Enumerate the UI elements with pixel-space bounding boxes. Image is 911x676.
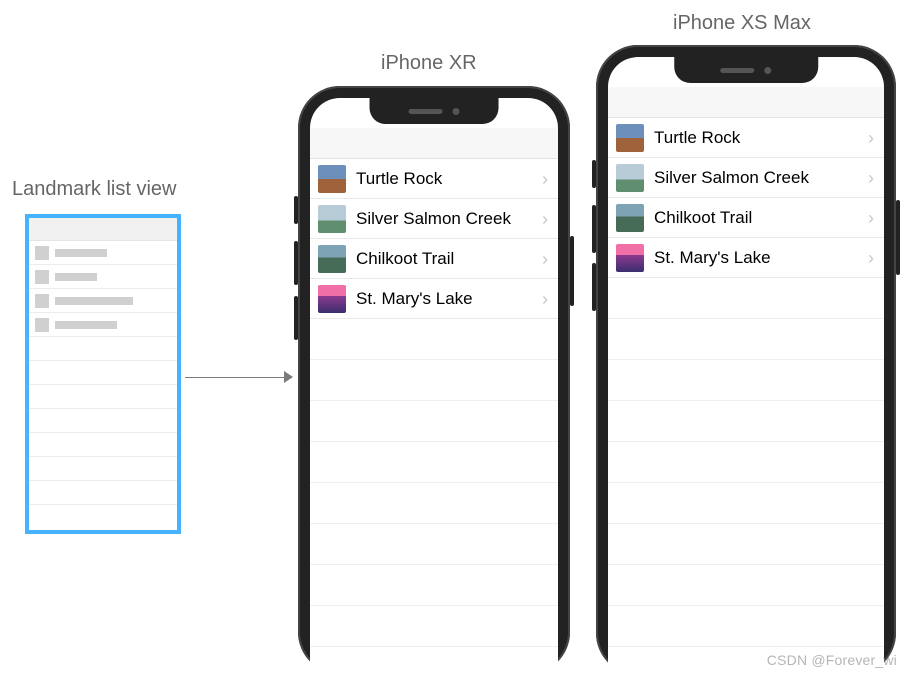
list-item[interactable]: Turtle Rock › <box>310 159 558 199</box>
notch <box>370 98 499 124</box>
wireframe-row <box>29 313 177 337</box>
wireframe-row-empty <box>29 505 177 528</box>
wireframe-header <box>29 218 177 241</box>
landmark-name: Chilkoot Trail <box>356 249 542 269</box>
placeholder-text <box>55 249 107 257</box>
list-item-empty <box>310 442 558 483</box>
chevron-right-icon: › <box>868 249 874 267</box>
phone-screen: Turtle Rock › Silver Salmon Creek › Chil… <box>310 98 558 674</box>
front-camera-icon <box>764 67 771 74</box>
list-item[interactable]: Chilkoot Trail › <box>310 239 558 279</box>
landmark-name: St. Mary's Lake <box>356 289 542 309</box>
volume-down-button <box>592 263 596 311</box>
list-item-empty <box>608 606 884 647</box>
chevron-right-icon: › <box>868 209 874 227</box>
landmark-thumbnail <box>616 124 644 152</box>
wireframe-row-empty <box>29 433 177 457</box>
nav-header <box>310 128 558 159</box>
wireframe-row-empty <box>29 481 177 505</box>
landmark-name: St. Mary's Lake <box>654 248 868 268</box>
wireframe-row <box>29 241 177 265</box>
wireframe-row-empty <box>29 409 177 433</box>
mute-switch <box>294 196 298 224</box>
speaker-icon <box>408 109 442 114</box>
phone-iphone-xs-max: Turtle Rock › Silver Salmon Creek › Chil… <box>596 45 896 675</box>
chevron-right-icon: › <box>542 290 548 308</box>
wireframe-row-empty <box>29 361 177 385</box>
placeholder-thumb <box>35 270 49 284</box>
device-label-xs-max: iPhone XS Max <box>673 12 811 35</box>
wireframe-row-empty <box>29 385 177 409</box>
list-item-empty <box>310 565 558 606</box>
placeholder-text <box>55 297 133 305</box>
list-item[interactable]: Turtle Rock › <box>608 118 884 158</box>
wireframe-row-empty <box>29 337 177 361</box>
chevron-right-icon: › <box>868 169 874 187</box>
landmark-thumbnail <box>616 164 644 192</box>
landmark-name: Silver Salmon Creek <box>356 209 542 229</box>
list-item-empty <box>608 360 884 401</box>
watermark: CSDN @Forever_wi <box>767 652 897 668</box>
list-item[interactable]: St. Mary's Lake › <box>608 238 884 278</box>
list-item-empty <box>310 319 558 360</box>
list-item-empty <box>608 401 884 442</box>
list-item[interactable]: Chilkoot Trail › <box>608 198 884 238</box>
volume-up-button <box>294 241 298 285</box>
placeholder-thumb <box>35 246 49 260</box>
wireframe-row-empty <box>29 457 177 481</box>
placeholder-text <box>55 321 117 329</box>
landmark-thumbnail <box>318 285 346 313</box>
landmark-thumbnail <box>616 244 644 272</box>
chevron-right-icon: › <box>542 250 548 268</box>
list-item-empty <box>310 524 558 565</box>
landmark-thumbnail <box>318 205 346 233</box>
list-item[interactable]: Silver Salmon Creek › <box>310 199 558 239</box>
side-button <box>570 236 574 306</box>
front-camera-icon <box>452 108 459 115</box>
list-item-empty <box>310 401 558 442</box>
list-item-empty <box>608 442 884 483</box>
landmark-name: Turtle Rock <box>356 169 542 189</box>
list-item-empty <box>608 319 884 360</box>
chevron-right-icon: › <box>868 129 874 147</box>
notch <box>674 57 818 83</box>
speaker-icon <box>720 68 754 73</box>
chevron-right-icon: › <box>542 170 548 188</box>
list-item[interactable]: Silver Salmon Creek › <box>608 158 884 198</box>
landmark-name: Silver Salmon Creek <box>654 168 868 188</box>
wireframe-listview <box>25 214 181 534</box>
phone-iphone-xr: Turtle Rock › Silver Salmon Creek › Chil… <box>298 86 570 674</box>
list-item-empty <box>310 606 558 647</box>
placeholder-thumb <box>35 318 49 332</box>
volume-down-button <box>294 296 298 340</box>
landmark-name: Chilkoot Trail <box>654 208 868 228</box>
placeholder-thumb <box>35 294 49 308</box>
list-item-empty <box>310 360 558 401</box>
list-item-empty <box>608 524 884 565</box>
list-item[interactable]: St. Mary's Lake › <box>310 279 558 319</box>
device-label-xr: iPhone XR <box>381 52 477 75</box>
nav-header <box>608 87 884 118</box>
landmark-thumbnail <box>318 245 346 273</box>
wireframe-label: Landmark list view <box>12 178 177 201</box>
volume-up-button <box>592 205 596 253</box>
arrow-icon <box>185 368 293 388</box>
list-item-empty <box>310 647 558 674</box>
wireframe-row <box>29 265 177 289</box>
diagram-stage: Landmark list view iPhone XR <box>0 0 911 676</box>
landmark-thumbnail <box>616 204 644 232</box>
wireframe-row <box>29 289 177 313</box>
landmark-thumbnail <box>318 165 346 193</box>
phone-screen: Turtle Rock › Silver Salmon Creek › Chil… <box>608 57 884 675</box>
landmark-name: Turtle Rock <box>654 128 868 148</box>
list-item-empty <box>310 483 558 524</box>
list-item-empty <box>608 278 884 319</box>
list-item-empty <box>608 565 884 606</box>
mute-switch <box>592 160 596 188</box>
placeholder-text <box>55 273 97 281</box>
side-button <box>896 200 900 275</box>
chevron-right-icon: › <box>542 210 548 228</box>
list-item-empty <box>608 483 884 524</box>
